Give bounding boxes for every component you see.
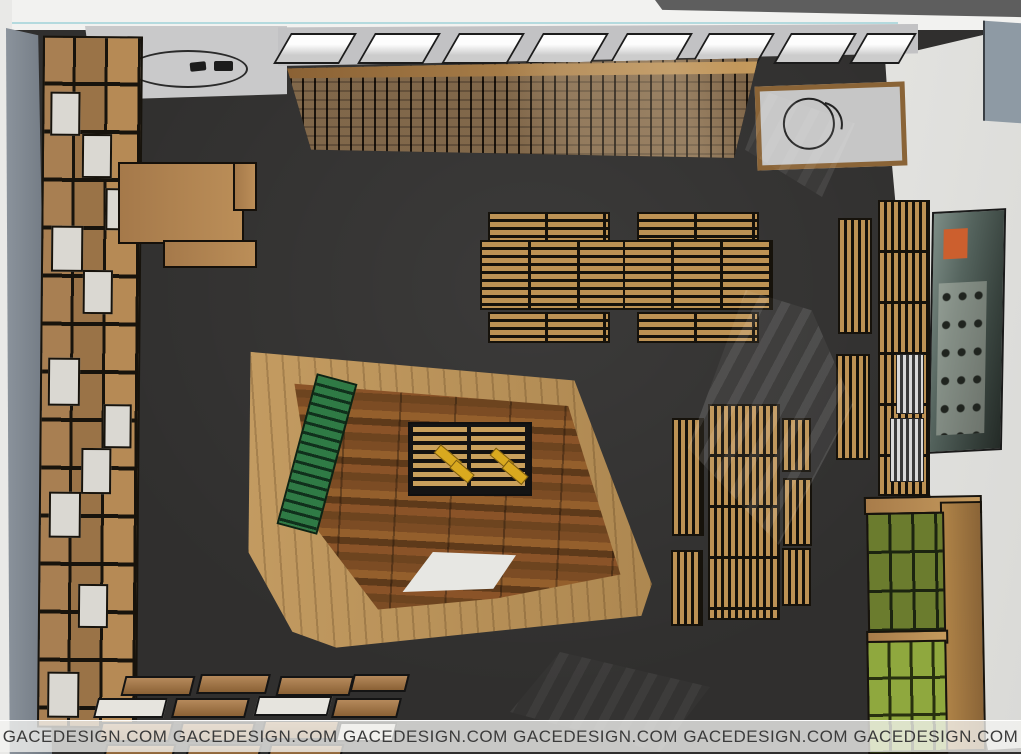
vertical-table-set-right xyxy=(834,196,934,496)
bench xyxy=(671,550,703,626)
cubby-white xyxy=(78,584,108,628)
display-table-low xyxy=(331,698,402,718)
cubby-white xyxy=(47,672,79,718)
desk-top-main xyxy=(118,162,244,244)
gray-blue-corner-panel xyxy=(983,21,1021,124)
watermark-text: GACEDESIGN.COM xyxy=(853,727,1018,747)
cubby-white xyxy=(81,448,111,494)
table-item xyxy=(214,61,233,71)
slat-screen-highlight xyxy=(495,56,758,160)
render-canvas: GACEDESIGN.COM GACEDESIGN.COM GACEDESIGN… xyxy=(0,0,1021,754)
bench xyxy=(488,212,610,242)
cubby-white xyxy=(49,492,81,538)
display-table-low xyxy=(120,676,195,696)
watermark-text: GACEDESIGN.COM xyxy=(3,727,168,747)
reading-table xyxy=(480,240,630,310)
watermark-text: GACEDESIGN.COM xyxy=(513,727,678,747)
desk-top-wing xyxy=(233,162,257,211)
poster-menu-grid xyxy=(936,281,987,435)
display-table-low xyxy=(171,698,250,718)
reading-table-group-left xyxy=(478,210,630,340)
bench xyxy=(637,212,759,241)
watermark-text: GACEDESIGN.COM xyxy=(173,727,338,747)
display-table-low xyxy=(93,698,168,718)
desk-top-return xyxy=(163,240,257,268)
wall-trim-line xyxy=(0,22,898,24)
green-locker-shelf xyxy=(864,493,987,754)
wall-poster xyxy=(928,208,1006,454)
service-desk xyxy=(112,150,257,266)
watermark-text: GACEDESIGN.COM xyxy=(683,727,848,747)
cubby-white xyxy=(48,358,80,406)
watermark-text: GACEDESIGN.COM xyxy=(343,727,508,747)
display-table-low xyxy=(254,696,333,716)
cubby-white xyxy=(103,404,131,448)
magazine-rack xyxy=(890,418,924,482)
display-table-low xyxy=(349,674,409,692)
cubby-white xyxy=(51,226,83,272)
hanging-slat-screen xyxy=(280,56,758,160)
cubby-white xyxy=(82,134,112,178)
watermark-bar: GACEDESIGN.COM GACEDESIGN.COM GACEDESIGN… xyxy=(0,720,1021,752)
platform-display-table xyxy=(408,422,532,496)
bench xyxy=(838,218,872,334)
perimeter-cubby-bookshelf xyxy=(37,36,143,729)
bench xyxy=(782,548,811,606)
cubby-white xyxy=(50,92,80,136)
central-wood-platform xyxy=(238,336,656,654)
display-table-low xyxy=(275,676,354,696)
table-item xyxy=(190,61,207,72)
display-table-low xyxy=(196,674,271,694)
magazine-rack xyxy=(896,354,924,414)
shelf-green-cells-upper xyxy=(866,512,946,635)
poster-orange-logo xyxy=(943,228,968,259)
cubby-white xyxy=(83,270,113,314)
